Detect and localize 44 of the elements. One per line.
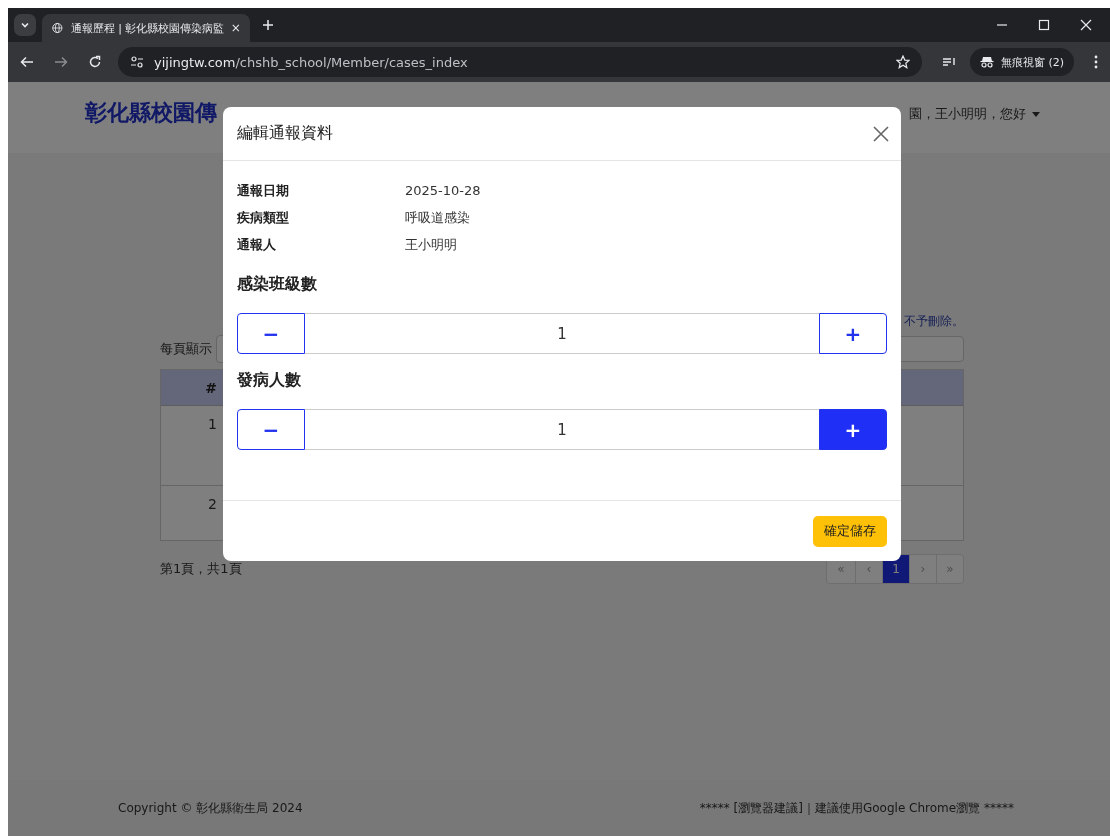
incognito-profile-button[interactable]: 無痕視窗 (2) xyxy=(969,48,1074,76)
new-tab-icon[interactable] xyxy=(262,19,274,31)
table-cell-text: 1 xyxy=(207,416,217,432)
address-bar[interactable]: yijingtw.com/chshb_school/Member/cases_index xyxy=(118,47,922,77)
tab-title: 通報歷程 | 彰化縣校園傳染病監 xyxy=(70,20,225,36)
incognito-icon xyxy=(979,56,994,68)
chevron-down-icon xyxy=(20,20,30,30)
increment-button[interactable]: + xyxy=(819,409,887,450)
forward-icon[interactable] xyxy=(54,55,68,69)
decrement-button[interactable]: − xyxy=(237,409,305,450)
counter-label: 感染班級數 xyxy=(237,274,318,295)
browser-tab[interactable]: 通報歷程 | 彰化縣校園傳染病監 xyxy=(42,14,250,42)
page-summary: 第1頁，共1頁 xyxy=(160,560,242,578)
more-menu-icon[interactable] xyxy=(1094,55,1098,69)
globe-icon xyxy=(52,21,63,35)
field-label: 通報人 xyxy=(237,235,277,254)
tab-list-button[interactable] xyxy=(14,14,36,36)
number-field[interactable]: 1 xyxy=(305,313,819,354)
site-settings-icon[interactable] xyxy=(130,55,144,69)
reading-list-icon[interactable] xyxy=(941,55,956,69)
table-cell-text: 2 xyxy=(207,496,217,512)
url-text: yijingtw.com/chshb_school/Member/cases_index xyxy=(154,54,468,70)
decrement-button[interactable]: − xyxy=(237,313,305,354)
copyright-text: Copyright © 彰化縣衛生局 2024 xyxy=(118,799,303,817)
column-header: # xyxy=(204,379,217,396)
field-label: 通報日期 xyxy=(237,181,290,200)
user-menu[interactable]: 園，王小明明，您好 xyxy=(909,105,1040,123)
number-field[interactable]: 1 xyxy=(305,409,819,450)
per-page-label: 每頁顯示 xyxy=(160,340,212,358)
caret-icon xyxy=(1032,111,1040,117)
maximize-icon[interactable] xyxy=(1038,19,1050,31)
save-button[interactable]: 確定儲存 xyxy=(813,515,887,547)
reload-icon[interactable] xyxy=(88,55,102,69)
back-icon[interactable] xyxy=(20,55,34,69)
counter-label: 發病人數 xyxy=(237,370,302,391)
field-label: 疾病類型 xyxy=(237,208,290,227)
star-icon[interactable] xyxy=(895,55,910,69)
field-value: 王小明明 xyxy=(405,235,457,254)
field-value: 2025-10-28 xyxy=(405,183,481,198)
browser-note-text: ***** [瀏覽器建議]｜建議使用Google Chrome瀏覽 ***** xyxy=(699,799,1014,817)
increment-button[interactable]: + xyxy=(819,313,887,354)
notice-text: 不予刪除。 xyxy=(904,313,964,330)
modal-title: 編輯通報資料 xyxy=(237,123,333,144)
field-value: 呼吸道感染 xyxy=(405,208,470,227)
